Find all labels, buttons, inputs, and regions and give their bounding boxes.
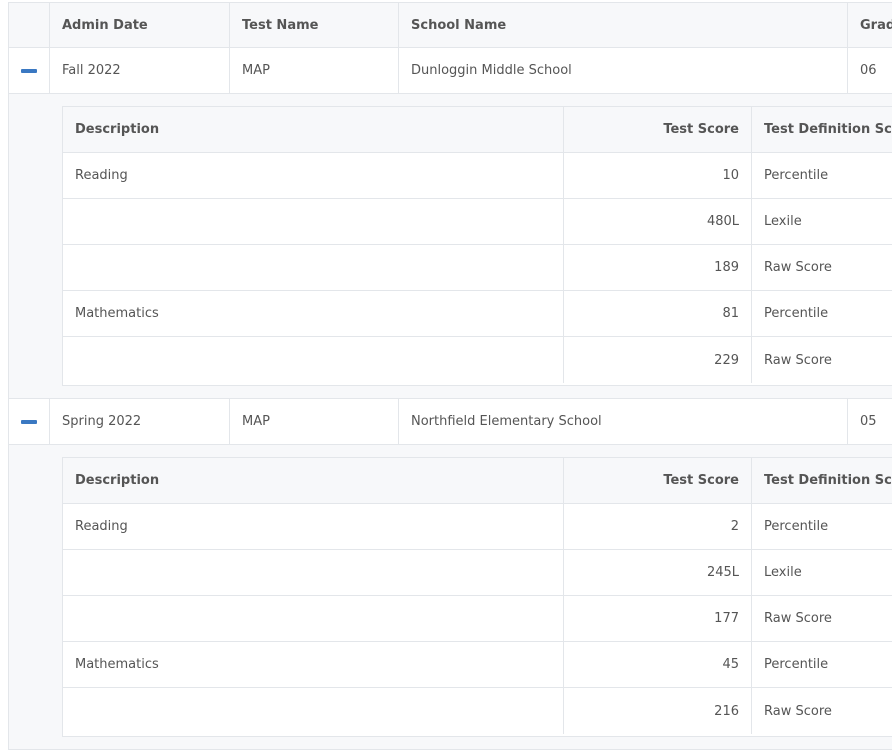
description-cell: Mathematics [63,642,564,687]
definition-cell: Percentile [764,168,829,183]
score-row: Mathematics 81 Percentile [63,291,892,337]
test-scores-grid: Admin Date Test Name School Name Grade F… [8,2,892,750]
score-row: 245L Lexile [63,550,892,596]
subcolumn-header-test-score[interactable]: Test Score [564,458,752,503]
description-cell [63,245,564,290]
collapse-row-button[interactable] [9,48,50,93]
score-cell: 189 [564,245,752,290]
row-detail-panel: Description Test Score Test Definition S… [9,94,892,399]
column-header-school-name[interactable]: School Name [399,3,848,47]
score-cell: 245L [564,550,752,595]
definition-cell: Percentile [764,657,829,672]
definition-cell: Raw Score [764,352,832,368]
definition-cell: Percentile [764,306,829,321]
score-row: Reading 2 Percentile [63,504,892,550]
column-header-admin-date[interactable]: Admin Date [50,3,230,47]
definition-cell: Raw Score [764,703,832,719]
description-cell [63,596,564,641]
test-name-cell: MAP [230,48,399,93]
table-row: Fall 2022 MAP Dunloggin Middle School 06 [9,48,892,94]
subcolumn-header-test-definition-score[interactable]: Test Definition Score [752,107,892,152]
score-subtable: Description Test Score Test Definition S… [62,106,892,386]
definition-cell: Lexile [764,214,802,229]
subcolumn-header-test-definition-score[interactable]: Test Definition Score [752,458,892,503]
definition-cell: Percentile [764,519,829,534]
score-row: 480L Lexile [63,199,892,245]
test-name-cell: MAP [230,399,399,444]
subcolumn-header-test-score[interactable]: Test Score [564,107,752,152]
score-cell: 2 [564,504,752,549]
description-cell: Reading [63,504,564,549]
score-cell: 45 [564,642,752,687]
description-cell [63,199,564,244]
score-cell: 216 [564,688,752,734]
expand-column-header [9,3,50,47]
score-row: 216 Raw Score [63,688,892,734]
score-row: 229 Raw Score [63,337,892,383]
description-cell: Reading [63,153,564,198]
grid-header-row: Admin Date Test Name School Name Grade [9,2,892,48]
description-cell [63,337,564,383]
subtable-header-row: Description Test Score Test Definition S… [63,107,892,153]
score-row: 189 Raw Score [63,245,892,291]
row-detail-panel: Description Test Score Test Definition S… [9,445,892,750]
score-subtable: Description Test Score Test Definition S… [62,457,892,737]
subtable-header-row: Description Test Score Test Definition S… [63,458,892,504]
score-cell: 81 [564,291,752,336]
definition-cell: Lexile [764,565,802,580]
subcolumn-header-description[interactable]: Description [63,458,564,503]
collapse-row-button[interactable] [9,399,50,444]
score-cell: 177 [564,596,752,641]
school-name-cell: Northfield Elementary School [399,399,848,444]
minus-icon[interactable] [21,419,37,424]
definition-cell: Raw Score [764,260,832,275]
description-cell: Mathematics [63,291,564,336]
description-cell [63,550,564,595]
score-row: Mathematics 45 Percentile [63,642,892,688]
admin-date-cell: Fall 2022 [50,48,230,93]
description-cell [63,688,564,734]
score-cell: 229 [564,337,752,383]
subcolumn-header-description[interactable]: Description [63,107,564,152]
admin-date-cell: Spring 2022 [50,399,230,444]
grade-cell: 06 [860,63,877,78]
table-row: Spring 2022 MAP Northfield Elementary Sc… [9,399,892,445]
score-row: 177 Raw Score [63,596,892,642]
score-row: Reading 10 Percentile [63,153,892,199]
column-header-grade[interactable]: Grade [848,3,892,47]
minus-icon[interactable] [21,68,37,73]
school-name-cell: Dunloggin Middle School [399,48,848,93]
definition-cell: Raw Score [764,611,832,626]
score-cell: 10 [564,153,752,198]
column-header-test-name[interactable]: Test Name [230,3,399,47]
score-cell: 480L [564,199,752,244]
grade-cell: 05 [860,414,877,429]
